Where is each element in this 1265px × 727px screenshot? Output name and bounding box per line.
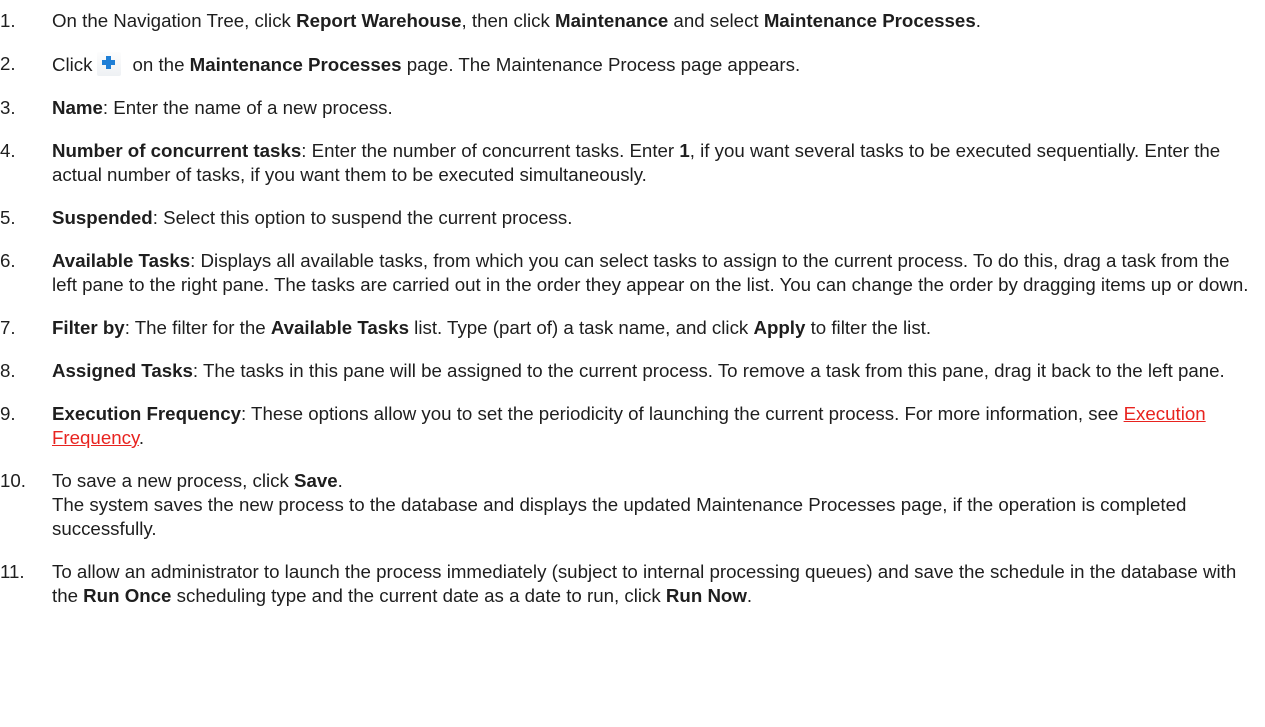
text-run: : Select this option to suspend the curr…: [152, 207, 573, 228]
text-run: , then click: [461, 10, 556, 31]
step-number: 8.: [0, 360, 16, 381]
text-run: : Enter the name of a new process.: [102, 97, 393, 118]
step-6: 6. Available Tasks: Displays all availab…: [0, 249, 1265, 297]
text-run: : Enter the number of concurrent tasks. …: [301, 140, 680, 161]
bold-text: Maintenance Processes: [763, 10, 976, 31]
step-text: Assigned Tasks: The tasks in this pane w…: [52, 359, 1265, 383]
step-number: 7.: [0, 317, 16, 338]
bold-text: Suspended: [52, 207, 153, 228]
step-number: 2.: [0, 53, 16, 74]
step-9: 9. Execution Frequency: These options al…: [0, 402, 1265, 450]
step-4: 4. Number of concurrent tasks: Enter the…: [0, 139, 1265, 187]
bold-text: Available Tasks: [52, 250, 191, 271]
step-text: On the Navigation Tree, click Report War…: [52, 9, 1265, 33]
bold-text: 1: [679, 140, 690, 161]
step-number: 10.: [0, 470, 26, 491]
instruction-steps-list: 1. On the Navigation Tree, click Report …: [0, 9, 1265, 608]
bold-text: Run Once: [83, 585, 172, 606]
step-number: 5.: [0, 207, 16, 228]
text-run: .: [138, 427, 145, 448]
text-run: and select: [668, 10, 764, 31]
step-number: 3.: [0, 97, 16, 118]
text-run: on the: [132, 54, 190, 75]
text-run: page. The Maintenance Process page appea…: [401, 54, 801, 75]
step-text: Number of concurrent tasks: Enter the nu…: [52, 139, 1265, 187]
text-run: : The filter for the: [124, 317, 271, 338]
step-5: 5. Suspended: Select this option to susp…: [0, 206, 1265, 230]
step-2: 2. Click on the Maintenance Processes pag…: [0, 52, 1265, 77]
step-text: Click on the Maintenance Processes page. …: [52, 52, 1265, 77]
step-text: Available Tasks: Displays all available …: [52, 249, 1265, 297]
step-7: 7. Filter by: The filter for the Availab…: [0, 316, 1265, 340]
document-page: 1. On the Navigation Tree, click Report …: [0, 0, 1265, 727]
step-number: 4.: [0, 140, 16, 161]
text-run: Click: [52, 54, 93, 75]
text-run: On the Navigation Tree, click: [52, 10, 297, 31]
bold-text: Maintenance: [555, 10, 669, 31]
bold-text: Filter by: [52, 317, 125, 338]
step-11: 11. To allow an administrator to launch …: [0, 560, 1265, 608]
text-run: : These options allow you to set the per…: [241, 403, 1124, 424]
bold-text: Execution Frequency: [52, 403, 242, 424]
bold-text: Assigned Tasks: [52, 360, 193, 381]
text-run: : The tasks in this pane will be assigne…: [192, 360, 1225, 381]
text-run: scheduling type and the current date as …: [171, 585, 666, 606]
text-run: .: [975, 10, 981, 31]
add-plus-icon[interactable]: [96, 52, 121, 76]
bold-text: Name: [52, 97, 103, 118]
step-text: Suspended: Select this option to suspend…: [52, 206, 1265, 230]
step-text: Name: Enter the name of a new process.: [52, 96, 1265, 120]
step-number: 1.: [0, 10, 16, 31]
text-run: list. Type (part of) a task name, and cl…: [408, 317, 754, 338]
text-run: .: [337, 470, 343, 491]
bold-text: Report Warehouse: [296, 10, 462, 31]
step-10: 10. To save a new process, click Save. Th…: [0, 469, 1265, 541]
bold-text: Available Tasks: [270, 317, 409, 338]
step-number: 6.: [0, 250, 16, 271]
text-run: .: [746, 585, 753, 606]
step-8: 8. Assigned Tasks: The tasks in this pan…: [0, 359, 1265, 383]
step-number: 9.: [0, 403, 16, 424]
text-run: to filter the list.: [805, 317, 932, 338]
step-text: Filter by: The filter for the Available …: [52, 316, 1265, 340]
bold-text: Apply: [753, 317, 806, 338]
step-number: 11.: [0, 561, 25, 582]
text-run: To save a new process, click: [52, 470, 294, 491]
bold-text: Save: [294, 470, 338, 491]
text-run: The system saves the new process to the …: [52, 494, 1187, 539]
step-1: 1. On the Navigation Tree, click Report …: [0, 9, 1265, 33]
step-text: To allow an administrator to launch the …: [52, 560, 1265, 608]
bold-text: Run Now: [665, 585, 747, 606]
step-text: Execution Frequency: These options allow…: [52, 402, 1265, 450]
step-3: 3. Name: Enter the name of a new process…: [0, 96, 1265, 120]
text-run: : Displays all available tasks, from whi…: [52, 250, 1249, 295]
bold-text: Maintenance Processes: [189, 54, 402, 75]
bold-text: Number of concurrent tasks: [52, 140, 302, 161]
step-text: To save a new process, click Save. The sy…: [52, 469, 1265, 541]
